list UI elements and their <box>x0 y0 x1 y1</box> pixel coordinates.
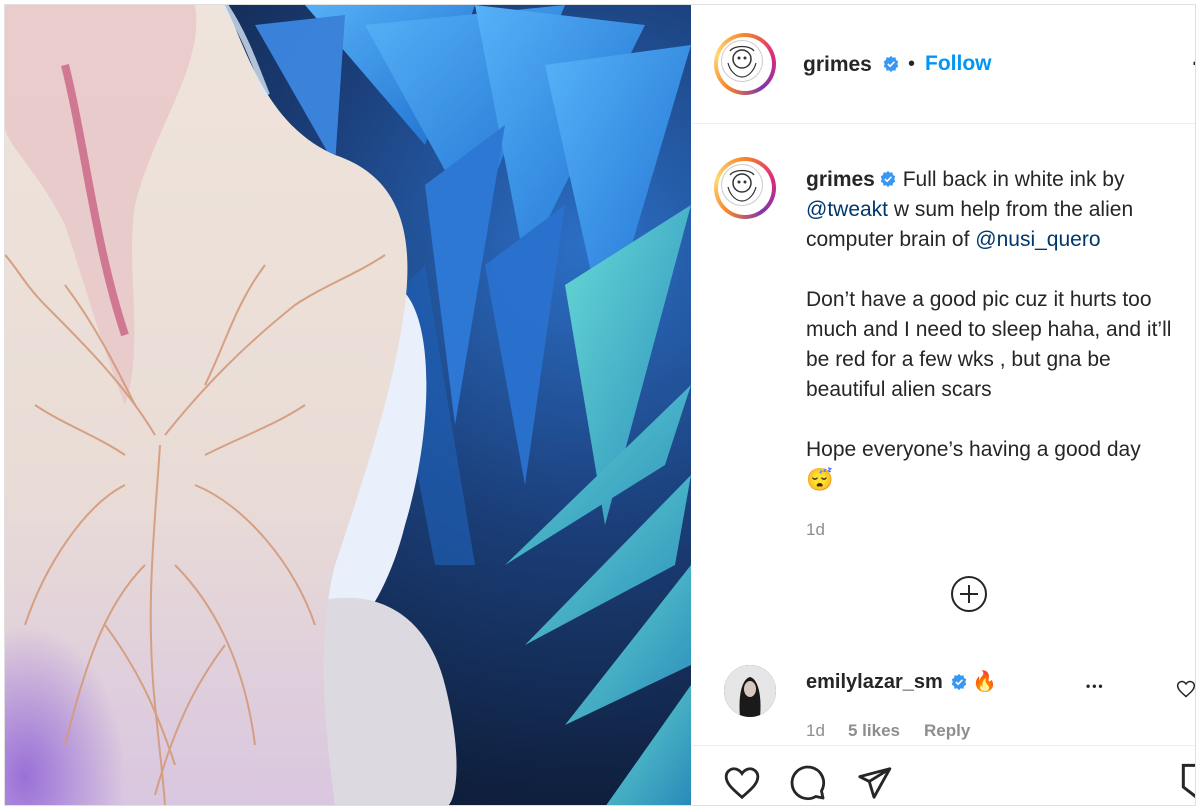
caption-author-avatar[interactable] <box>714 157 776 219</box>
post-photo[interactable] <box>5 5 691 805</box>
post-details-panel: grimes • Follow · grimes Ful <box>692 5 1196 805</box>
post-caption: grimes Full back in white ink by @tweakt… <box>806 165 1195 545</box>
post-actions-bar <box>692 745 1196 805</box>
verified-badge-icon <box>880 170 896 188</box>
post-header: grimes • Follow · <box>692 5 1195 124</box>
comment-item: emilylazar_sm 🔥 ••• 1d 5 likes Reply <box>724 665 1196 745</box>
caption-text-line1: Full back in white ink by <box>902 168 1125 191</box>
verified-badge-icon <box>883 55 899 73</box>
avatar-illustration <box>721 164 763 206</box>
verified-badge-icon <box>951 673 967 691</box>
post-window: grimes • Follow · grimes Ful <box>4 4 1196 806</box>
header-separator: • <box>908 53 916 75</box>
comment-more-icon[interactable]: ••• <box>1086 679 1105 693</box>
small-heart-icon[interactable] <box>1176 679 1196 699</box>
author-avatar[interactable] <box>714 33 776 95</box>
bookmark-icon[interactable] <box>1180 762 1196 802</box>
mention-link-nusi-quero[interactable]: @nusi_quero <box>975 228 1100 251</box>
caption-paragraph-2: Don’t have a good pic cuz it hurts too m… <box>806 288 1172 401</box>
comment-reply-button[interactable]: Reply <box>924 721 970 741</box>
commenter-avatar[interactable] <box>724 665 776 717</box>
mention-link-tweakt[interactable]: @tweakt <box>806 198 888 221</box>
caption-username[interactable]: grimes <box>806 168 875 191</box>
post-timestamp[interactable]: 1d <box>806 515 1195 545</box>
commenter-username[interactable]: emilylazar_sm <box>806 671 943 694</box>
more-options-icon[interactable]: · <box>1192 51 1195 77</box>
plus-circle-icon[interactable] <box>950 575 988 613</box>
photo-artwork <box>5 5 691 805</box>
send-icon[interactable] <box>854 764 894 802</box>
comment-likes[interactable]: 5 likes <box>848 721 900 741</box>
sleep-emoji: 😴 <box>806 467 834 492</box>
author-username[interactable]: grimes <box>803 53 872 77</box>
caption-text-line2: w sum help from the alien <box>888 198 1134 221</box>
comment-bubble-icon[interactable] <box>788 764 828 802</box>
heart-icon[interactable] <box>722 764 762 802</box>
avatar-illustration <box>721 40 763 82</box>
caption-text-line3: computer brain of <box>806 228 976 251</box>
comment-text: 🔥 <box>972 671 997 693</box>
comment-timestamp[interactable]: 1d <box>806 721 825 741</box>
follow-button[interactable]: Follow <box>925 52 992 76</box>
caption-paragraph-3: Hope everyone’s having a good day <box>806 438 1141 461</box>
